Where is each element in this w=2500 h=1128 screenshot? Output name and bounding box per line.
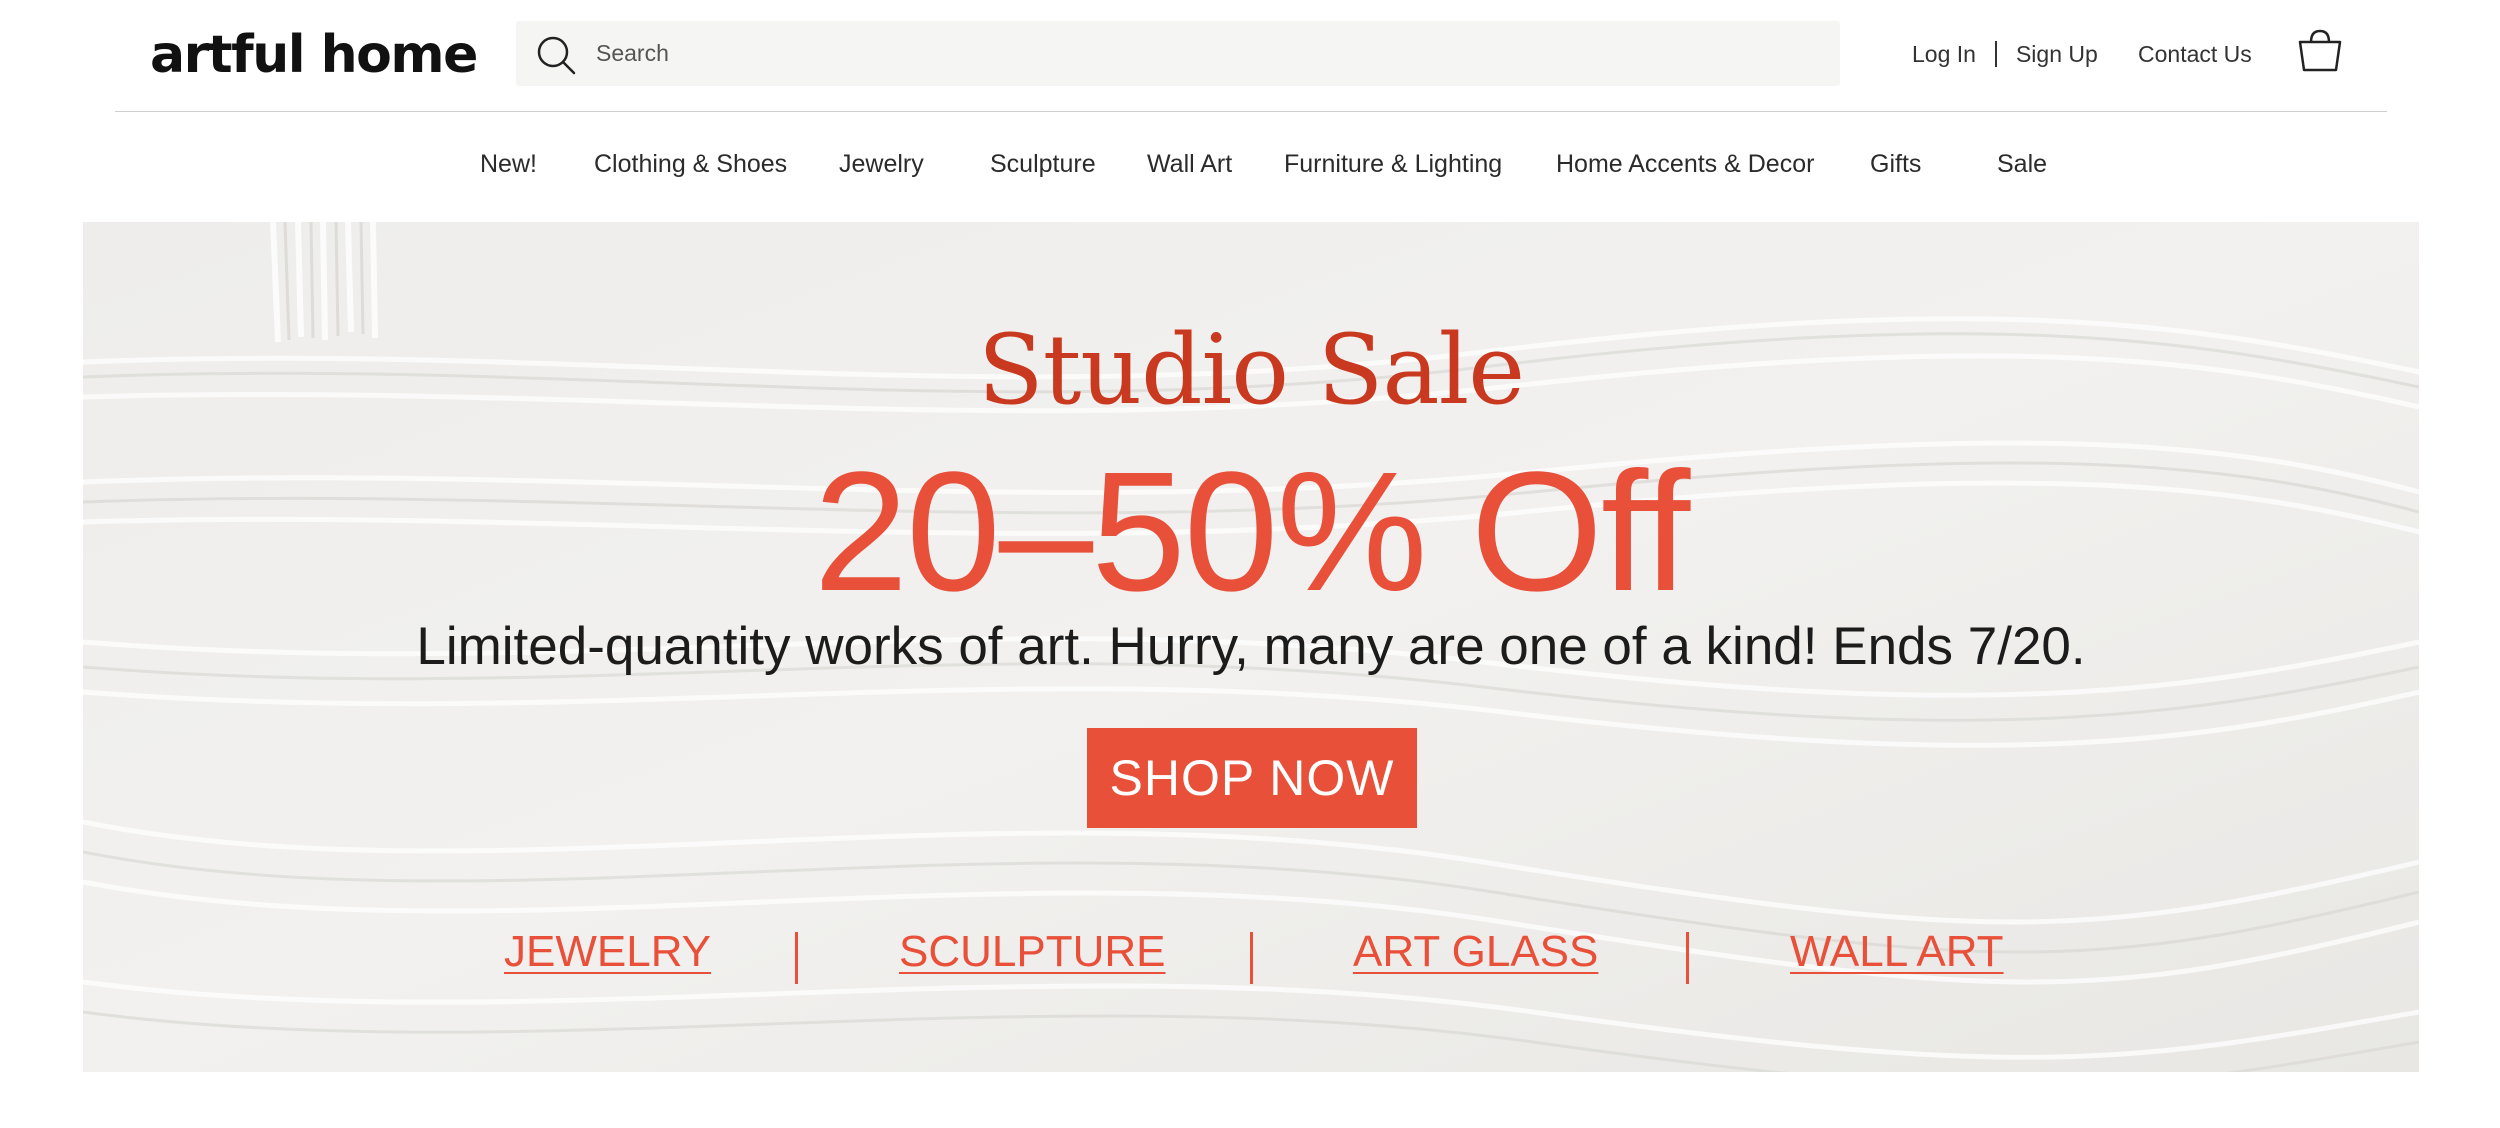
nav-item-clothing-shoes[interactable]: Clothing & Shoes <box>594 150 787 179</box>
search-input[interactable] <box>594 21 1814 86</box>
account-links: Log In Sign Up <box>1912 36 2098 72</box>
hero-link-divider <box>1250 932 1253 984</box>
hero-link-divider <box>1686 932 1689 984</box>
nav-item-wall-art[interactable]: Wall Art <box>1147 150 1232 179</box>
nav-item-sale[interactable]: Sale <box>1997 150 2047 179</box>
hero-link-art-glass[interactable]: ART GLASS <box>1353 927 1598 977</box>
nav-item-gifts[interactable]: Gifts <box>1870 150 1921 179</box>
search-bar[interactable] <box>516 21 1840 86</box>
account-divider <box>1994 41 1997 67</box>
hero-banner: Studio Sale 20–50% Off Limited-quantity … <box>83 222 2419 1072</box>
hero-link-divider <box>795 932 798 984</box>
category-nav: New! Clothing & Shoes Jewelry Sculpture … <box>0 112 2500 222</box>
hero-link-jewelry[interactable]: JEWELRY <box>504 927 711 977</box>
site-header: artful home Log In Sign Up Contact Us <box>0 0 2500 112</box>
hero-tagline: Limited-quantity works of art. Hurry, ma… <box>416 617 2086 676</box>
signup-link[interactable]: Sign Up <box>2016 41 2098 68</box>
shop-now-button[interactable]: SHOP NOW <box>1087 728 1417 828</box>
contact-us-link[interactable]: Contact Us <box>2138 36 2252 72</box>
hero-title: Studio Sale <box>977 314 1525 426</box>
login-link[interactable]: Log In <box>1912 41 1976 68</box>
nav-item-jewelry[interactable]: Jewelry <box>839 150 924 179</box>
hero-link-sculpture[interactable]: SCULPTURE <box>899 927 1166 977</box>
hero-discount: 20–50% Off <box>813 437 1691 627</box>
search-icon[interactable] <box>534 33 578 77</box>
nav-item-sculpture[interactable]: Sculpture <box>990 150 1096 179</box>
hero-link-wall-art[interactable]: WALL ART <box>1790 927 2004 977</box>
site-logo[interactable]: artful home <box>150 20 478 90</box>
nav-item-home-accents-decor[interactable]: Home Accents & Decor <box>1556 150 1814 179</box>
shopping-bag-icon[interactable] <box>2296 28 2344 74</box>
nav-item-furniture-lighting[interactable]: Furniture & Lighting <box>1284 150 1502 179</box>
nav-item-new[interactable]: New! <box>480 150 537 179</box>
